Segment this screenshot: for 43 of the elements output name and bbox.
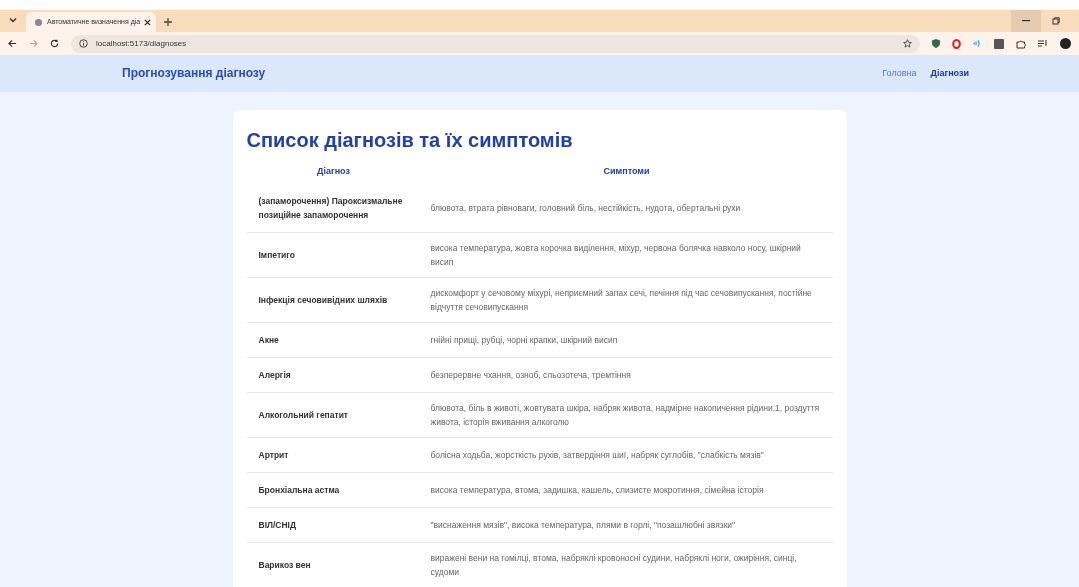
sound-waves-icon[interactable] <box>973 39 982 49</box>
globe-icon <box>34 17 43 27</box>
diagnosis-cell: (запаморочення) Пароксизмальне позиційне запаморочення <box>246 184 421 233</box>
diagnosis-cell: Імпетиго <box>246 232 421 278</box>
minimize-icon <box>1022 20 1030 23</box>
back-icon[interactable] <box>8 39 17 49</box>
square-icon[interactable] <box>994 38 1004 49</box>
symptoms-cell: блювота, біль в животі, жовтувата шкіра, набряк живота, надмірне накопичення рідини.1, роздуття живота, історія вживання алкоголю <box>420 392 833 438</box>
symptoms-cell: блювота, втрата рівноваги, головний біль, нестійкість, нудота, обертальні рухи <box>420 184 833 233</box>
symptoms-cell: висока температура, жовта корочка виділення, міхур, червона болячка навколо носу, шкірний висип <box>420 232 833 278</box>
page-title: Список діагнозів та їх симптомів <box>246 127 574 153</box>
diagnosis-cell: Бронхіальна астма <box>246 472 421 508</box>
nav-link[interactable]: Діагнози <box>930 66 969 81</box>
symptoms-cell: "виснаження мязів", висока температура, плями в горлі, "позашлюбні звязки" <box>420 507 833 543</box>
url-text: localhost:5173/diagnoses <box>96 37 187 50</box>
brand-title[interactable]: Прогнозування діагнозу <box>122 64 266 83</box>
shield-icon[interactable] <box>932 39 940 49</box>
symptoms-cell: висока температура, втома, задишка, кашель, слизисте мокротиння, сімейна історія <box>420 472 833 508</box>
diagnosis-cell: Алергія <box>246 357 421 393</box>
reload-icon[interactable] <box>50 39 59 49</box>
symptoms-cell: дискомфорт у сечовому міхурі, неприємний запах сечі, печіння під час сечовипускання, постійне відчуття сечовипускання <box>420 277 833 323</box>
nav-link[interactable]: Головна <box>882 66 917 81</box>
column-header: Діагноз <box>316 164 351 178</box>
close-icon[interactable] <box>144 18 152 26</box>
symptoms-cell: безперервне чхання, озноб, сльозотеча, тремтіння <box>420 357 833 393</box>
diagnosis-cell: Акне <box>246 322 421 358</box>
address-bar[interactable]: localhost:5173/diagnoses <box>71 34 920 53</box>
diagnosis-cell: ВІЛ/СНІД <box>246 507 421 543</box>
symptoms-cell: болісна ходьба, жорсткість рухів, затвердіння шиї, набряк суглобів, "слабкість мязів" <box>420 437 833 473</box>
symptoms-cell: виражені вени на гомілці, втома, набряклі кровоносні судини, набряклі ноги, ожиріння, синці, судоми <box>420 542 833 587</box>
ring-icon[interactable] <box>952 38 961 49</box>
symptoms-cell: гнійні прищі, рубці, чорні крапки, шкірний висип <box>420 322 833 358</box>
diagnosis-cell: Варикоз вен <box>246 542 421 587</box>
column-header: Симптоми <box>602 164 651 178</box>
diagnosis-cell: Алкогольний гепатит <box>246 392 421 438</box>
list-music-icon[interactable] <box>1038 39 1048 49</box>
diagnosis-cell: Артрит <box>246 437 421 473</box>
avatar-icon[interactable] <box>1060 38 1071 50</box>
plus-icon[interactable] <box>164 18 172 27</box>
restore-icon[interactable] <box>1052 17 1060 26</box>
star-icon[interactable] <box>903 39 912 49</box>
info-icon <box>79 39 88 49</box>
diagnosis-cell: Інфекція сечовивідних шляхів <box>246 277 421 323</box>
